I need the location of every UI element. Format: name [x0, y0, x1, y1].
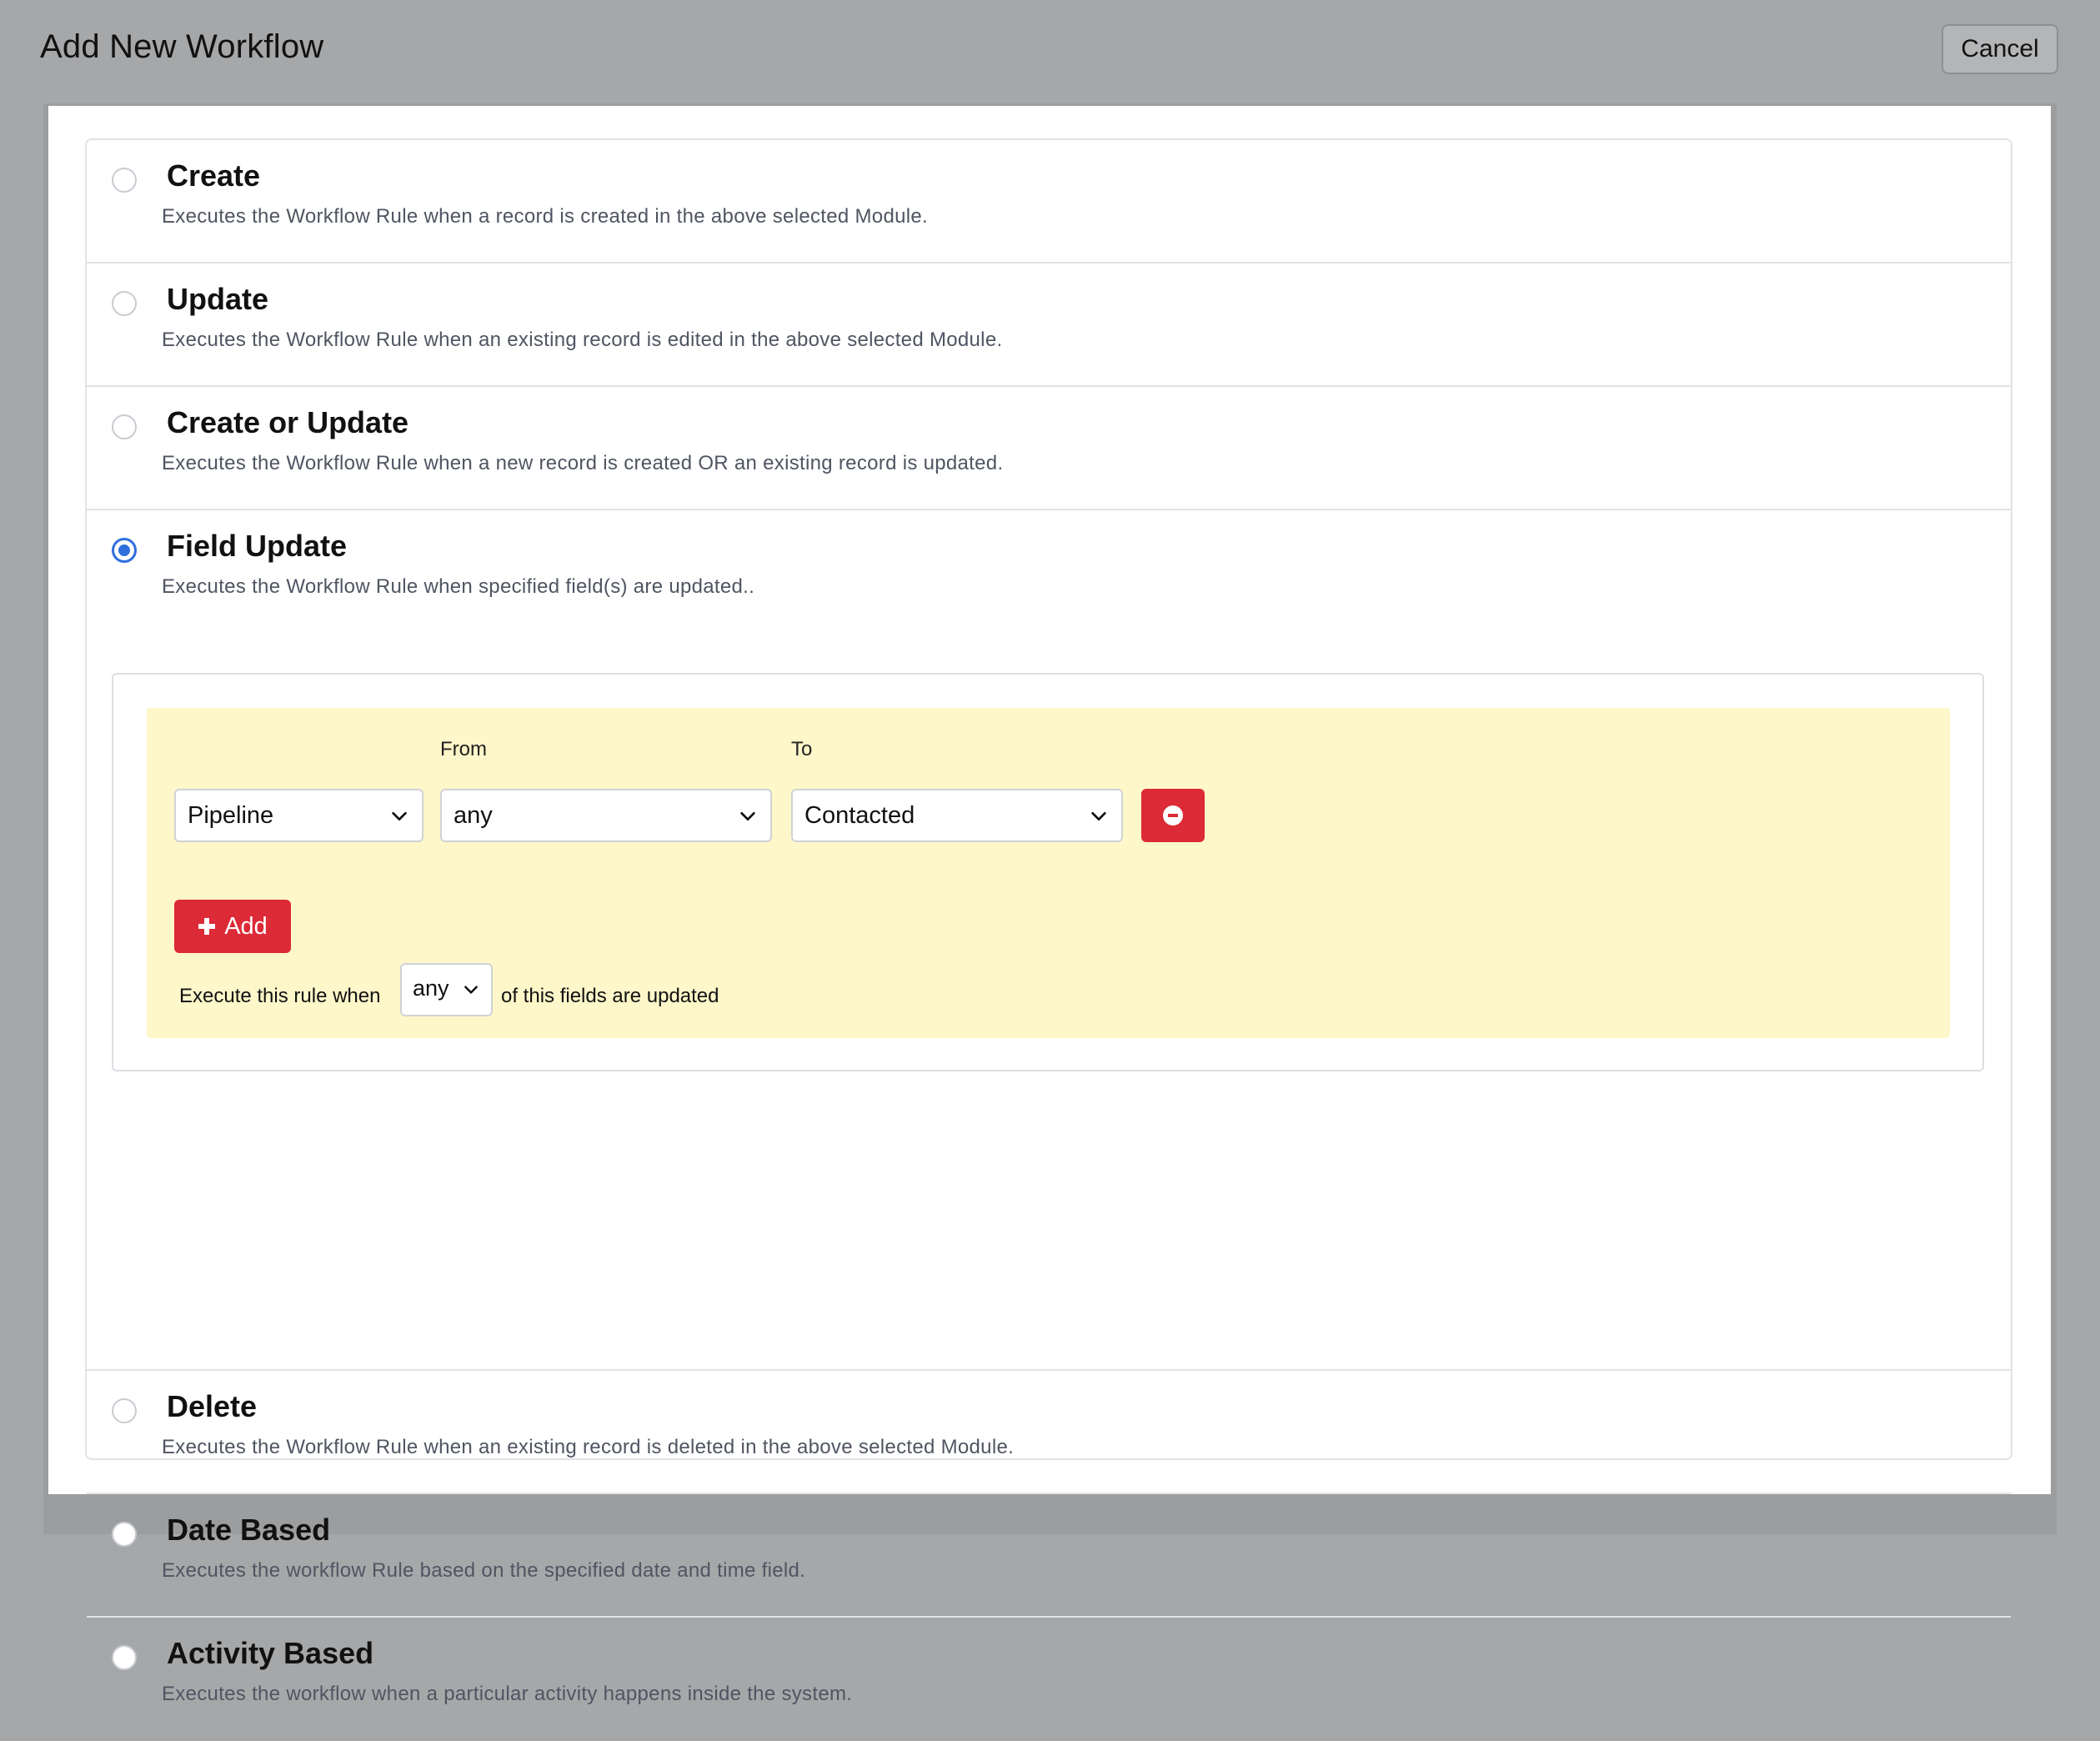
- execute-match-value: any: [413, 976, 449, 1001]
- from-select-value: any: [454, 801, 493, 829]
- execute-match-select[interactable]: any: [400, 963, 493, 1016]
- field-condition-box: From To Pipeline any Contacted Add Execu…: [147, 708, 1950, 1038]
- option-field-update[interactable]: Field Update Executes the Workflow Rule …: [87, 510, 2011, 1371]
- option-title: Update: [167, 282, 269, 316]
- option-description: Executes the Workflow Rule when specifie…: [162, 575, 755, 598]
- from-label: From: [440, 738, 487, 760]
- option-create[interactable]: Create Executes the Workflow Rule when a…: [87, 140, 2011, 263]
- option-title: Delete: [167, 1389, 258, 1423]
- option-description: Executes the Workflow Rule when a new re…: [162, 452, 1004, 474]
- option-create-or-update[interactable]: Create or Update Executes the Workflow R…: [87, 387, 2011, 510]
- option-description: Executes the Workflow Rule when a record…: [162, 205, 929, 228]
- field-select-value: Pipeline: [188, 801, 274, 829]
- chevron-down-icon: [740, 811, 755, 821]
- radio-create-or-update[interactable]: [112, 414, 137, 439]
- option-description: Executes the workflow Rule based on the …: [162, 1559, 806, 1582]
- execute-rule-suffix: of this fields are updated: [501, 985, 719, 1007]
- option-description: Executes the Workflow Rule when an exist…: [162, 1436, 1015, 1458]
- chevron-down-icon: [392, 811, 407, 821]
- option-title: Activity Based: [167, 1636, 374, 1670]
- to-label: To: [791, 738, 813, 760]
- radio-activity-based[interactable]: [112, 1645, 137, 1670]
- add-condition-button[interactable]: Add: [174, 900, 291, 953]
- option-description: Executes the workflow when a particular …: [162, 1683, 853, 1705]
- to-select-value: Contacted: [804, 801, 915, 829]
- radio-field-update[interactable]: [112, 538, 137, 563]
- from-select[interactable]: any: [440, 789, 772, 842]
- remove-condition-button[interactable]: [1141, 789, 1205, 842]
- field-update-panel: From To Pipeline any Contacted Add Execu…: [112, 673, 1984, 1071]
- chevron-down-icon: [464, 986, 478, 994]
- radio-create[interactable]: [112, 168, 137, 193]
- cancel-button[interactable]: Cancel: [1942, 24, 2058, 74]
- field-select[interactable]: Pipeline: [174, 789, 424, 842]
- to-select[interactable]: Contacted: [791, 789, 1123, 842]
- modal: Create Executes the Workflow Rule when a…: [48, 106, 2051, 1705]
- option-title: Create or Update: [167, 405, 409, 439]
- add-button-label: Add: [224, 912, 268, 940]
- option-update[interactable]: Update Executes the Workflow Rule when a…: [87, 263, 2011, 387]
- option-date-based[interactable]: Date Based Executes the workflow Rule ba…: [87, 1494, 2011, 1618]
- radio-date-based[interactable]: [112, 1522, 137, 1547]
- option-delete[interactable]: Delete Executes the Workflow Rule when a…: [87, 1371, 2011, 1494]
- chevron-down-icon: [1091, 811, 1106, 821]
- radio-delete[interactable]: [112, 1398, 137, 1423]
- option-title: Date Based: [167, 1513, 331, 1547]
- option-description: Executes the Workflow Rule when an exist…: [162, 329, 1003, 351]
- radio-update[interactable]: [112, 291, 137, 316]
- option-title: Field Update: [167, 529, 348, 563]
- execute-rule-prefix: Execute this rule when: [179, 985, 381, 1007]
- option-activity-based[interactable]: Activity Based Executes the workflow whe…: [87, 1618, 2011, 1741]
- option-title: Create: [167, 158, 261, 193]
- minus-circle-icon: [1163, 805, 1183, 825]
- plus-icon: [198, 918, 216, 935]
- page-title: Add New Workflow: [40, 28, 324, 65]
- trigger-options-list: Create Executes the Workflow Rule when a…: [85, 138, 2012, 1705]
